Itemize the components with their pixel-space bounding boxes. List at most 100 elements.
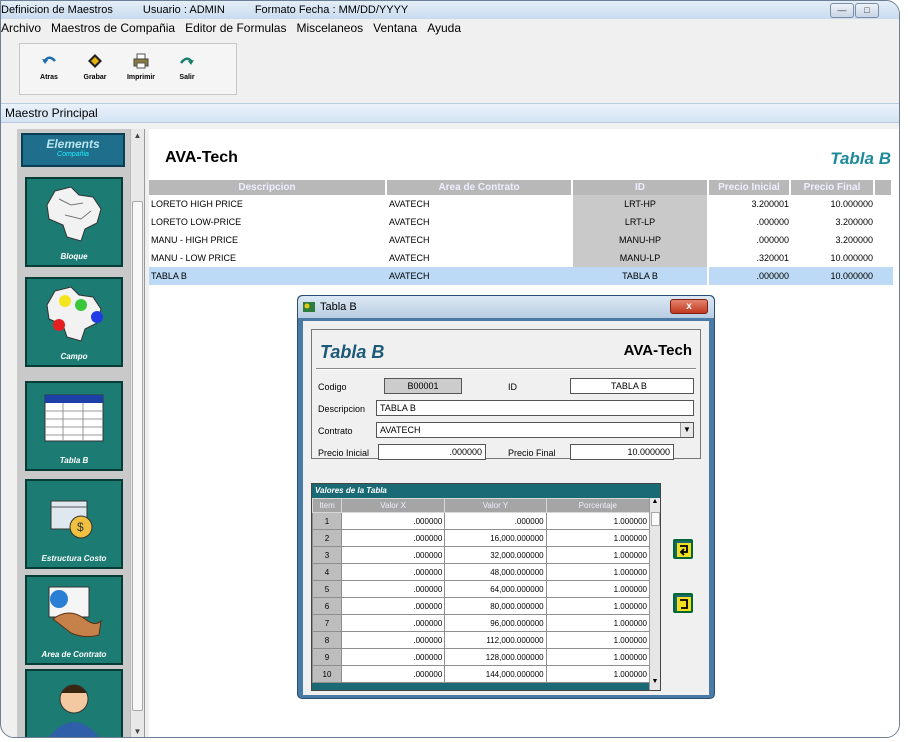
col-descripcion[interactable]: Descripcion <box>149 180 387 195</box>
id-label: ID <box>508 382 517 392</box>
cell-y: 96,000.000000 <box>444 614 547 632</box>
scrollbar-thumb[interactable] <box>132 201 143 711</box>
exit-label: Salir <box>179 74 195 81</box>
col-precio-inicial[interactable]: Precio Inicial <box>709 180 791 195</box>
scroll-down-icon[interactable]: ▼ <box>650 678 660 690</box>
exit-arrow-icon <box>180 57 194 65</box>
chevron-down-icon[interactable]: ▼ <box>680 423 693 437</box>
col-id[interactable]: ID <box>573 180 709 195</box>
cell-item: 8 <box>312 631 342 649</box>
table-row[interactable]: MANU - LOW PRICE AVATECH MANU-LP .320001… <box>149 249 893 267</box>
id-field[interactable]: TABLA B <box>570 378 694 394</box>
col-valor-x[interactable]: Valor X <box>340 498 446 513</box>
sidebar-item-usuario[interactable] <box>25 669 123 737</box>
sidebar-item-label: Estructura Costo <box>41 554 107 563</box>
cell-x: .000000 <box>340 631 446 649</box>
title-bar: Definicion de Maestros Usuario : ADMIN F… <box>1 1 899 19</box>
remove-arrow-icon <box>677 597 691 611</box>
scroll-down-icon[interactable]: ▼ <box>131 725 144 737</box>
sidebar-item-tabla-b[interactable]: Tabla B <box>25 381 123 471</box>
cell-item: 3 <box>312 546 342 564</box>
map-icon <box>46 186 102 242</box>
cell-id: TABLA B <box>573 267 709 285</box>
cell-desc: LORETO LOW-PRICE <box>151 217 242 227</box>
minimize-icon[interactable]: — <box>830 3 854 18</box>
close-button[interactable]: x <box>670 299 708 314</box>
sidebar-item-campo[interactable]: Campo <box>25 277 123 367</box>
contrato-select[interactable]: AVATECH ▼ <box>376 422 694 438</box>
menu-ayuda[interactable]: Ayuda <box>427 21 461 35</box>
person-icon <box>49 684 99 737</box>
app-icon <box>303 302 315 312</box>
precio-inicial-field[interactable]: .000000 <box>378 444 486 460</box>
dialog-header-title: Tabla B <box>320 342 385 362</box>
col-item[interactable]: Item <box>312 498 342 513</box>
back-button[interactable]: Atras <box>26 48 72 90</box>
cell-y: 64,000.000000 <box>444 580 547 598</box>
dialog-form: Tabla B AVA-Tech Codigo B00001 ID TABLA … <box>311 329 701 460</box>
sidebar-item-estructura-costo[interactable]: $ Estructura Costo <box>25 479 123 569</box>
menu-maestros[interactable]: Maestros de Compañia <box>51 21 175 35</box>
values-row[interactable]: 5.000000 64,000.000000 1.000000 <box>312 580 651 598</box>
save-label: Grabar <box>83 74 107 81</box>
table-row[interactable]: MANU - HIGH PRICE AVATECH MANU-HP .00000… <box>149 231 893 249</box>
values-row[interactable]: 9.000000 128,000.000000 1.000000 <box>312 648 651 666</box>
codigo-field[interactable]: B00001 <box>384 378 462 394</box>
values-row[interactable]: 3.000000 32,000.000000 1.000000 <box>312 546 651 564</box>
values-row[interactable]: 7.000000 96,000.000000 1.000000 <box>312 614 651 632</box>
maximize-icon[interactable]: □ <box>855 3 879 18</box>
insert-arrow-icon <box>677 543 691 557</box>
dialog-title-bar[interactable]: Tabla B x <box>298 296 714 318</box>
precio-final-field[interactable]: 10.000000 <box>570 444 674 460</box>
contrato-value: AVATECH <box>380 425 421 435</box>
cell-id: LRT-LP <box>573 213 709 231</box>
values-row[interactable]: 6.000000 80,000.000000 1.000000 <box>312 597 651 615</box>
field-map-icon <box>46 286 103 342</box>
cell-pct: 1.000000 <box>545 597 651 615</box>
cell-y: 128,000.000000 <box>444 648 547 666</box>
sidebar-scrollbar[interactable]: ▲ ▼ <box>130 129 144 737</box>
col-porcentaje[interactable]: Porcentaje <box>545 498 651 513</box>
values-row[interactable]: 2.000000 16,000.000000 1.000000 <box>312 529 651 547</box>
scroll-up-icon[interactable]: ▲ <box>131 129 144 143</box>
col-valor-y[interactable]: Valor Y <box>444 498 547 513</box>
sidebar-item-bloque[interactable]: Bloque <box>25 177 123 267</box>
cell-pf: 10.000000 <box>791 267 875 285</box>
cell-pi: 3.200001 <box>751 199 789 209</box>
insert-row-button[interactable] <box>673 539 693 559</box>
descripcion-field[interactable]: TABLA B <box>376 400 694 416</box>
menu-archivo[interactable]: Archivo <box>1 21 41 35</box>
col-area-contrato[interactable]: Area de Contrato <box>387 180 573 195</box>
delete-row-button[interactable] <box>673 593 693 613</box>
document-tab[interactable]: Maestro Principal <box>1 103 899 123</box>
menu-editor-formulas[interactable]: Editor de Formulas <box>185 21 286 35</box>
cell-item: 2 <box>312 529 342 547</box>
values-row[interactable]: 1.000000.000000 1.000000 <box>312 512 651 530</box>
cell-pct: 1.000000 <box>545 563 651 581</box>
cell-spacer <box>875 213 893 231</box>
values-row[interactable]: 8.000000 112,000.000000 1.000000 <box>312 631 651 649</box>
menu-miscelaneos[interactable]: Miscelaneos <box>296 21 363 35</box>
table-row[interactable]: LORETO HIGH PRICE AVATECH LRT-HP 3.20000… <box>149 195 893 213</box>
menu-bar: Archivo Maestros de Compañia Editor de F… <box>1 19 899 37</box>
save-button[interactable]: Grabar <box>72 48 118 90</box>
app-title: Definicion de Maestros <box>1 4 113 16</box>
cell-spacer <box>875 267 893 285</box>
col-precio-final[interactable]: Precio Final <box>791 180 875 195</box>
values-scrollbar[interactable]: ▲ ▼ <box>649 498 660 690</box>
cell-item: 1 <box>312 512 342 530</box>
cell-y: 48,000.000000 <box>444 563 547 581</box>
values-table-panel: Valores de la Tabla Item Valor X Valor Y… <box>311 483 661 691</box>
table-row-selected[interactable]: TABLA B AVATECH TABLA B .000000 10.00000… <box>149 267 893 285</box>
print-button[interactable]: Imprimir <box>118 48 164 90</box>
menu-ventana[interactable]: Ventana <box>373 21 417 35</box>
divider <box>316 368 696 370</box>
exit-button[interactable]: Salir <box>164 48 210 90</box>
values-row[interactable]: 4.000000 48,000.000000 1.000000 <box>312 563 651 581</box>
scrollbar-thumb[interactable] <box>651 512 660 526</box>
cell-y: 32,000.000000 <box>444 546 547 564</box>
sidebar-item-area-contrato[interactable]: Area de Contrato <box>25 575 123 665</box>
scroll-up-icon[interactable]: ▲ <box>650 498 660 510</box>
table-row[interactable]: LORETO LOW-PRICE AVATECH LRT-LP .000000 … <box>149 213 893 231</box>
values-row[interactable]: 10.000000 144,000.000000 1.000000 <box>312 665 651 683</box>
